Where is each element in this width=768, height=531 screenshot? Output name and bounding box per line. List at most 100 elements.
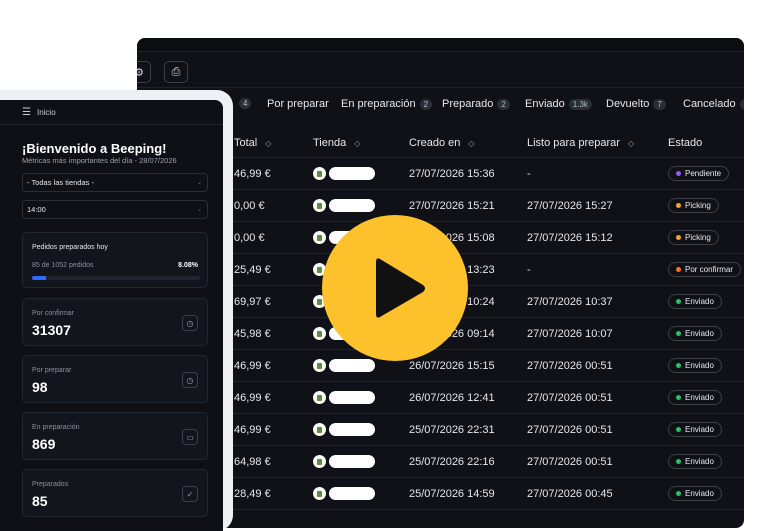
status-badge: Enviado [668,454,722,469]
time-select[interactable]: 14:00 ⌄ [22,200,208,219]
metric-card: Por preparar 98 ◷ [22,355,208,403]
store-name-redacted [329,423,375,436]
status-dot [676,299,681,304]
order-total: 64,98 € [234,456,271,468]
created-at: 25/07/2026 22:16 [409,456,495,468]
status-dot [676,427,681,432]
shopify-icon [313,391,326,404]
ready-at: 27/07/2026 15:12 [527,232,613,244]
status-dot [676,235,681,240]
order-total: 45,98 € [234,328,271,340]
welcome-subtitle: Métricas más importantes del día - 28/07… [22,156,177,165]
store-cell [313,455,375,468]
shopify-icon [313,167,326,180]
order-total: 0,00 € [234,232,265,244]
ready-at: - [527,264,531,276]
status-badge: Enviado [668,422,722,437]
metric-value: 98 [32,379,48,395]
file-export-icon[interactable]: ⎙ [164,61,188,83]
metric-value: 869 [32,436,56,452]
ready-at: 27/07/2026 00:51 [527,424,613,436]
chevron-down-icon: ⌄ [196,207,202,213]
tab-enviado[interactable]: Enviado 1.3k [525,98,592,110]
column-header-tienda[interactable]: Tienda ◇ [313,137,360,149]
metric-card: Preparados 85 ✓ [22,469,208,517]
status-badge: Picking [668,198,719,213]
status-dot [676,491,681,496]
metric-value: 31307 [32,322,71,338]
status-dot [676,395,681,400]
mobile-header: ☰ Inicio [0,100,223,125]
gear-icon[interactable]: ⚙ [137,61,151,83]
status-badge: Enviado [668,294,722,309]
ready-at: 27/07/2026 15:27 [527,200,613,212]
tab-por-preparar[interactable]: Por preparar [267,98,329,110]
order-total: 69,97 € [234,296,271,308]
order-total: 0,00 € [234,200,265,212]
status-badge: Enviado [668,326,722,341]
truck-icon: ▭ [182,429,198,445]
tab-count-badge: 4 [239,98,252,109]
status-dot [676,459,681,464]
created-at: 26/07/2026 12:41 [409,392,495,404]
prepared-today-percent: 8.08% [178,262,198,269]
status-dot [676,203,681,208]
column-header-total[interactable]: Total ◇ [234,137,271,149]
clock-icon: ◷ [182,315,198,331]
metric-value: 85 [32,493,48,509]
play-video-button[interactable] [322,215,468,361]
tab-devuelto[interactable]: Devuelto 7 [606,98,666,110]
tab-all[interactable]: 4 [235,98,252,109]
status-badge: Enviado [668,358,722,373]
tab-count-badge: 7 [739,98,744,110]
store-name-redacted [329,455,375,468]
status-dot [676,331,681,336]
tab-cancelado[interactable]: Cancelado 7 [683,98,744,110]
ready-at: 27/07/2026 00:51 [527,360,613,372]
toolbar: ⚙ ⎙ [137,52,744,88]
mobile-page-title: Inicio [36,107,56,117]
order-total: 46,99 € [234,360,271,372]
store-name-redacted [329,167,375,180]
store-name-redacted [329,199,375,212]
order-total: 46,99 € [234,168,271,180]
column-header-creado[interactable]: Creado en ◇ [409,137,475,149]
status-badge: Picking [668,230,719,245]
created-at: 27/07/2026 15:36 [409,168,495,180]
tab-count-badge: 7 [653,98,666,110]
shopify-icon [313,455,326,468]
tab-preparado[interactable]: Preparado 2 [442,98,510,110]
sort-icon: ◇ [468,138,475,148]
store-cell [313,487,375,500]
ready-at: - [527,168,531,180]
prepared-today-detail: 85 de 1052 pedidos [32,262,94,269]
created-at: 26/07/2026 15:15 [409,360,495,372]
hamburger-icon[interactable]: ☰ [22,107,31,118]
sort-icon: ◇ [627,138,635,148]
metric-card: En preparación 869 ▭ [22,412,208,460]
tab-count-badge: 1.3k [568,98,592,110]
store-name-redacted [329,391,375,404]
order-total: 25,49 € [234,264,271,276]
check-circle-icon: ✓ [182,486,198,502]
mobile-device: ☰ Inicio ¡Bienvenido a Beeping! Métricas… [0,90,233,531]
metric-card: Por confirmar 31307 ◷ [22,298,208,346]
sort-icon: ◇ [354,138,361,148]
order-total: 46,99 € [234,392,271,404]
prepared-today-card: Pedidos preparados hoy 85 de 1052 pedido… [22,232,208,288]
store-select[interactable]: - Todas las tiendas - ⌄ [22,173,208,192]
status-badge: Por confirmar [668,262,742,277]
created-at: 25/07/2026 14:59 [409,488,495,500]
metric-label: Por confirmar [32,310,75,317]
tab-en-preparacion[interactable]: En preparación 2 [341,98,433,110]
column-header-estado: Estado [668,137,703,149]
column-header-listo[interactable]: Listo para preparar ◇ [527,137,634,149]
store-cell [313,391,375,404]
shopify-icon [313,423,326,436]
prepared-today-label: Pedidos preparados hoy [32,244,108,251]
ready-at: 27/07/2026 10:37 [527,296,613,308]
play-icon [376,258,425,318]
store-cell [313,423,375,436]
store-name-redacted [329,487,375,500]
created-at: 25/07/2026 22:31 [409,424,495,436]
